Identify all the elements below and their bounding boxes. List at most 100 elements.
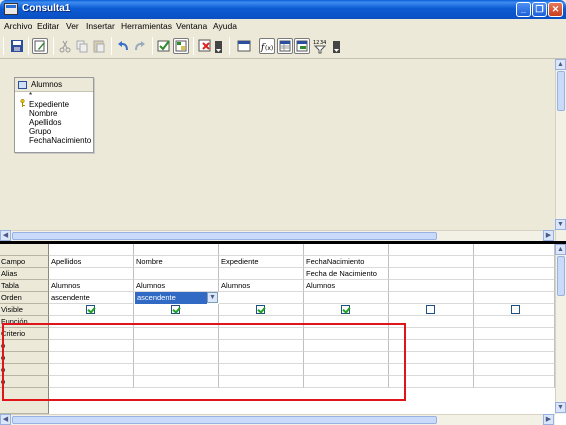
design-horizontal-scrollbar[interactable]: ◀ ▶ bbox=[0, 230, 555, 241]
cell-o[interactable] bbox=[304, 376, 389, 388]
cell-tabla[interactable] bbox=[389, 280, 474, 292]
maximize-button[interactable]: ❐ bbox=[532, 2, 547, 17]
scroll-thumb[interactable] bbox=[12, 416, 437, 424]
cell-o[interactable] bbox=[304, 352, 389, 364]
scroll-left-button[interactable]: ◀ bbox=[0, 414, 11, 425]
grid-vertical-scrollbar[interactable]: ▲ ▼ bbox=[555, 244, 566, 414]
cell-o[interactable] bbox=[49, 352, 134, 364]
cell-o[interactable] bbox=[134, 376, 219, 388]
cell-orden[interactable]: ascendente bbox=[49, 292, 134, 304]
cell-campo[interactable] bbox=[474, 256, 555, 268]
cell-funcion[interactable] bbox=[474, 316, 555, 328]
cell-criterio[interactable] bbox=[134, 328, 219, 340]
scroll-thumb[interactable] bbox=[557, 256, 565, 296]
field-item[interactable]: Expediente bbox=[29, 100, 69, 109]
close-button[interactable]: ✕ bbox=[548, 2, 563, 17]
design-vertical-scrollbar[interactable]: ▲ ▼ bbox=[555, 59, 566, 241]
redo-button[interactable] bbox=[132, 38, 148, 54]
menu-herramientas[interactable]: Herramientas bbox=[121, 21, 172, 31]
column-header[interactable] bbox=[219, 244, 304, 256]
visible-checkbox[interactable] bbox=[341, 305, 350, 314]
cell-criterio[interactable] bbox=[389, 328, 474, 340]
cell-o[interactable] bbox=[49, 376, 134, 388]
menu-ver[interactable]: Ver bbox=[66, 21, 79, 31]
cell-funcion[interactable] bbox=[304, 316, 389, 328]
save-button[interactable] bbox=[9, 38, 25, 54]
visible-checkbox[interactable] bbox=[86, 305, 95, 314]
cell-o[interactable] bbox=[304, 340, 389, 352]
query-design-grid[interactable]: Campo Alias Tabla Orden Visible Función … bbox=[0, 244, 566, 425]
table-name-button[interactable] bbox=[277, 38, 293, 54]
cell-campo[interactable]: Nombre bbox=[134, 256, 219, 268]
scroll-thumb[interactable] bbox=[557, 71, 565, 111]
toolbar-grip[interactable] bbox=[3, 37, 4, 55]
cell-campo[interactable]: FechaNacimiento bbox=[304, 256, 389, 268]
scroll-thumb[interactable] bbox=[12, 232, 437, 240]
cell-orden[interactable] bbox=[304, 292, 389, 304]
run-query-button[interactable] bbox=[156, 38, 172, 54]
column-header[interactable] bbox=[474, 244, 555, 256]
field-item[interactable]: Apellidos bbox=[29, 118, 61, 127]
visible-checkbox[interactable] bbox=[256, 305, 265, 314]
cell-tabla[interactable]: Alumnos bbox=[49, 280, 134, 292]
cell-o[interactable] bbox=[219, 364, 304, 376]
column-header[interactable] bbox=[134, 244, 219, 256]
cell-alias[interactable] bbox=[219, 268, 304, 280]
distinct-values-button[interactable]: 12 34 bbox=[312, 38, 328, 54]
scroll-up-button[interactable]: ▲ bbox=[555, 244, 566, 255]
paste-button[interactable] bbox=[91, 38, 107, 54]
cell-o[interactable] bbox=[219, 376, 304, 388]
minimize-button[interactable]: _ bbox=[516, 2, 531, 17]
cell-criterio[interactable] bbox=[304, 328, 389, 340]
cell-funcion[interactable] bbox=[134, 316, 219, 328]
menu-archivo[interactable]: Archivo bbox=[4, 21, 32, 31]
scroll-up-button[interactable]: ▲ bbox=[555, 59, 566, 70]
column-header[interactable] bbox=[304, 244, 389, 256]
toolbar-overflow-button[interactable] bbox=[332, 38, 341, 54]
copy-button[interactable] bbox=[74, 38, 90, 54]
cell-o[interactable] bbox=[219, 340, 304, 352]
grid-horizontal-scrollbar[interactable]: ◀ ▶ bbox=[0, 414, 555, 425]
undo-button[interactable] bbox=[115, 38, 131, 54]
menu-ayuda[interactable]: Ayuda bbox=[213, 21, 237, 31]
chevron-down-icon[interactable]: ▼ bbox=[207, 292, 218, 303]
functions-button[interactable]: f (x) bbox=[259, 38, 275, 54]
visible-checkbox[interactable] bbox=[171, 305, 180, 314]
cell-orden[interactable] bbox=[219, 292, 304, 304]
table-window-header[interactable]: Alumnos bbox=[15, 78, 93, 92]
table-window-alumnos[interactable]: Alumnos * Expediente Nombre Apellidos Gr… bbox=[14, 77, 94, 153]
delete-table-dropdown[interactable] bbox=[214, 38, 223, 54]
cell-o[interactable] bbox=[134, 340, 219, 352]
field-item[interactable]: Grupo bbox=[29, 127, 51, 136]
cell-o[interactable] bbox=[304, 364, 389, 376]
cell-o[interactable] bbox=[389, 352, 474, 364]
cell-o[interactable] bbox=[474, 340, 555, 352]
orden-select[interactable]: ascendente bbox=[135, 292, 207, 304]
cell-campo[interactable]: Expediente bbox=[219, 256, 304, 268]
field-item[interactable]: Nombre bbox=[29, 109, 57, 118]
scroll-right-button[interactable]: ▶ bbox=[543, 414, 554, 425]
cell-campo[interactable]: Apellidos bbox=[49, 256, 134, 268]
field-item[interactable]: FechaNacimiento bbox=[29, 136, 91, 145]
cell-alias[interactable] bbox=[49, 268, 134, 280]
cell-orden[interactable] bbox=[389, 292, 474, 304]
cell-alias[interactable] bbox=[474, 268, 555, 280]
scroll-right-button[interactable]: ▶ bbox=[543, 230, 554, 241]
cell-alias[interactable] bbox=[389, 268, 474, 280]
cut-button[interactable] bbox=[57, 38, 73, 54]
clear-query-button[interactable] bbox=[173, 38, 189, 54]
cell-o[interactable] bbox=[219, 352, 304, 364]
cell-o[interactable] bbox=[389, 376, 474, 388]
cell-o[interactable] bbox=[49, 340, 134, 352]
cell-o[interactable] bbox=[474, 352, 555, 364]
cell-criterio[interactable] bbox=[474, 328, 555, 340]
visible-checkbox[interactable] bbox=[426, 305, 435, 314]
cell-criterio[interactable] bbox=[219, 328, 304, 340]
cell-tabla[interactable]: Alumnos bbox=[134, 280, 219, 292]
edit-mode-button[interactable] bbox=[32, 38, 48, 54]
cell-funcion[interactable] bbox=[219, 316, 304, 328]
cell-o[interactable] bbox=[474, 364, 555, 376]
column-header[interactable] bbox=[389, 244, 474, 256]
column-header[interactable] bbox=[49, 244, 134, 256]
cell-alias[interactable]: Fecha de Nacimiento bbox=[304, 268, 389, 280]
